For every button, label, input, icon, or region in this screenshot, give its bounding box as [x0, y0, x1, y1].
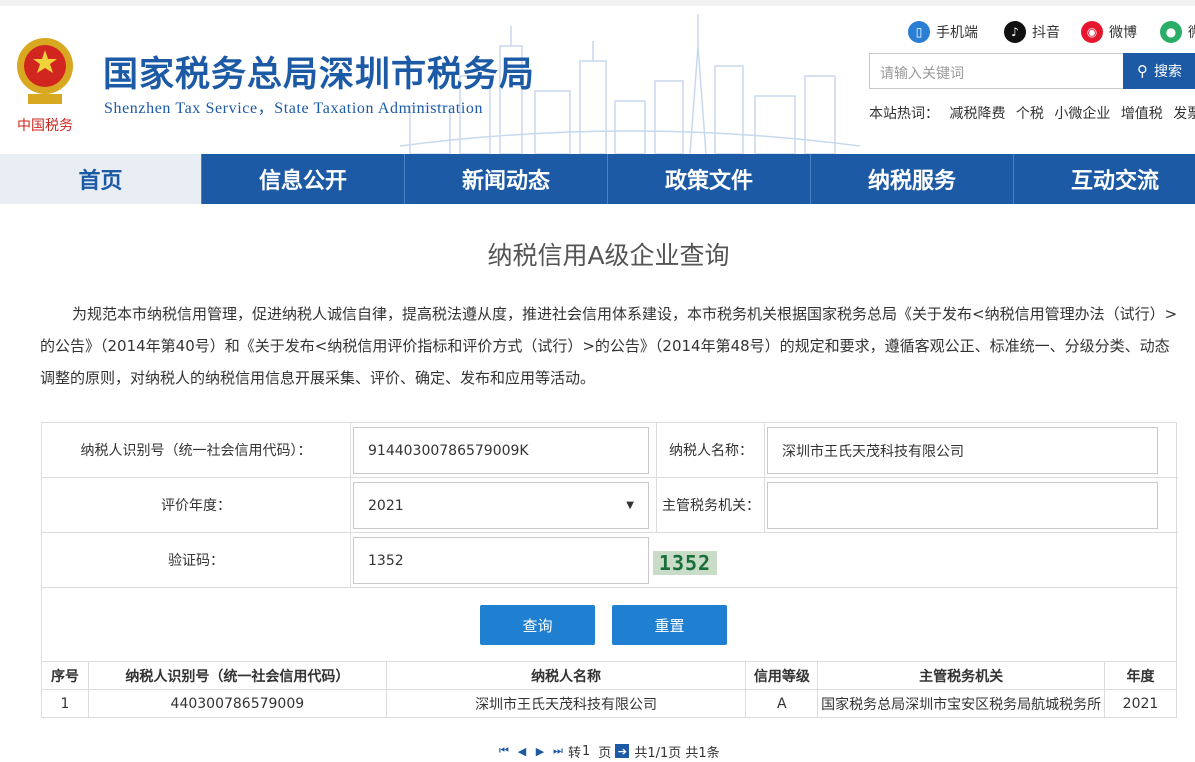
- column-header: 纳税人识别号（统一社会信用代码）: [87, 661, 387, 690]
- main-nav: 首页 信息公开 新闻动态 政策文件 纳税服务 互动交流: [0, 154, 1195, 204]
- search-icon: ⚲: [1137, 62, 1148, 80]
- column-header: 主管税务机关: [817, 661, 1105, 690]
- prev-page-icon[interactable]: ◀: [514, 743, 530, 759]
- authority-input[interactable]: [767, 482, 1158, 529]
- hot-word[interactable]: 小微企业: [1054, 106, 1110, 122]
- reset-button[interactable]: 重置: [612, 605, 727, 645]
- authority-label: 主管税务机关：: [662, 498, 760, 514]
- taxpayer-id-input[interactable]: 91440300786579009K: [353, 427, 649, 474]
- mobile-label: 手机端: [936, 25, 978, 41]
- search-button-label: 搜索: [1154, 64, 1182, 80]
- douyin-label: 抖音: [1032, 25, 1060, 41]
- column-header: 信用等级: [745, 661, 819, 690]
- page-unit: 页: [598, 745, 612, 761]
- hot-word[interactable]: 增值税: [1121, 106, 1163, 122]
- weibo-label: 微博: [1109, 25, 1137, 41]
- search-button[interactable]: ⚲ 搜索: [1123, 53, 1195, 89]
- weibo-link[interactable]: ◉ 微博: [1081, 20, 1137, 44]
- wechat-label: 微: [1188, 22, 1195, 42]
- last-page-icon[interactable]: ⏭: [550, 743, 566, 759]
- taxpayer-name-label: 纳税人名称：: [669, 443, 753, 459]
- divider: [764, 423, 765, 477]
- emblem-text: 中国税务: [17, 118, 73, 134]
- mobile-icon: ▯: [908, 21, 930, 43]
- form-row: 验证码： 1352: [42, 533, 1178, 588]
- column-header: 序号: [41, 661, 89, 690]
- taxpayer-name-input[interactable]: 深圳市王氏天茂科技有限公司: [767, 427, 1158, 474]
- nav-item-home[interactable]: 首页: [0, 154, 202, 204]
- search-input[interactable]: 请输入关键词: [869, 53, 1124, 89]
- table-cell: 2021: [1103, 689, 1178, 718]
- divider: [764, 478, 765, 532]
- year-select[interactable]: 2021 ▼: [353, 482, 649, 529]
- mobile-link[interactable]: ▯ 手机端: [908, 20, 978, 44]
- column-header: 纳税人名称: [385, 661, 747, 690]
- captcha-input[interactable]: 1352: [353, 537, 649, 584]
- chevron-down-icon: ▼: [626, 500, 634, 511]
- nav-item-service[interactable]: 纳税服务: [811, 154, 1014, 204]
- year-label: 评价年度：: [161, 498, 231, 514]
- form-row: 评价年度： 2021 ▼ 主管税务机关：: [42, 478, 1178, 533]
- captcha-label: 验证码：: [168, 553, 224, 569]
- douyin-link[interactable]: ♪ 抖音: [1004, 20, 1060, 44]
- nav-item-policy[interactable]: 政策文件: [608, 154, 811, 204]
- table-header-row: 序号 纳税人识别号（统一社会信用代码） 纳税人名称 信用等级 主管税务机关 年度: [41, 661, 1178, 690]
- query-button[interactable]: 查询: [480, 605, 595, 645]
- form-row: 纳税人识别号（统一社会信用代码）： 91440300786579009K 纳税人…: [42, 423, 1178, 478]
- divider: [350, 533, 351, 587]
- table-cell: 1: [41, 689, 89, 718]
- nav-item-interaction[interactable]: 互动交流: [1014, 154, 1195, 204]
- table-cell: 深圳市王氏天茂科技有限公司: [385, 689, 747, 718]
- site-title: 国家税务总局深圳市税务局: [103, 55, 536, 95]
- nav-item-news[interactable]: 新闻动态: [405, 154, 608, 204]
- query-form: 纳税人识别号（统一社会信用代码）： 91440300786579009K 纳税人…: [41, 422, 1178, 662]
- hot-word[interactable]: 减税降费: [949, 106, 1005, 122]
- nav-item-info[interactable]: 信息公开: [202, 154, 405, 204]
- captcha-image[interactable]: 1352: [653, 551, 717, 575]
- divider: [350, 478, 351, 532]
- column-header: 年度: [1103, 661, 1178, 690]
- go-page-icon[interactable]: ➔: [615, 744, 630, 758]
- goto-label: 转: [568, 745, 582, 761]
- douyin-icon: ♪: [1004, 21, 1026, 43]
- pagination: ⏮ ◀ ▶ ⏭ 转 1 页 ➔ 共1/1页 共1条: [496, 741, 720, 761]
- hot-word[interactable]: 发票: [1173, 106, 1195, 122]
- next-page-icon[interactable]: ▶: [532, 743, 548, 759]
- page-title: 纳税信用A级企业查询: [487, 241, 730, 270]
- intro-paragraph: 为规范本市纳税信用管理，促进纳税人诚信自律，提高税法遵从度，推进社会信用体系建设…: [40, 305, 1178, 387]
- site-subtitle: Shenzhen Tax Service，State Taxation Admi…: [104, 100, 484, 117]
- page-input[interactable]: 1: [582, 744, 590, 759]
- divider: [350, 423, 351, 477]
- first-page-icon[interactable]: ⏮: [496, 743, 512, 759]
- table-cell: 440300786579009: [87, 689, 387, 718]
- tax-emblem-logo: 中国税务: [17, 38, 73, 134]
- results-table: 序号 纳税人识别号（统一社会信用代码） 纳税人名称 信用等级 主管税务机关 年度…: [41, 661, 1178, 718]
- table-cell: A: [745, 689, 819, 718]
- pagination-summary: 共1/1页 共1条: [634, 745, 720, 761]
- table-row: 1 440300786579009 深圳市王氏天茂科技有限公司 A 国家税务总局…: [41, 689, 1178, 718]
- weibo-icon: ◉: [1081, 21, 1103, 43]
- wechat-link[interactable]: ● 微: [1160, 20, 1195, 44]
- hot-words-label: 本站热词：: [869, 106, 939, 122]
- site-header: 中国税务 国家税务总局深圳市税务局 Shenzhen Tax Service，S…: [0, 6, 1195, 154]
- hot-word[interactable]: 个税: [1016, 106, 1044, 122]
- table-cell: 国家税务总局深圳市宝安区税务局航城税务所: [817, 689, 1105, 718]
- year-select-value: 2021: [368, 497, 404, 514]
- taxpayer-id-label: 纳税人识别号（统一社会信用代码）：: [80, 443, 312, 459]
- wechat-icon: ●: [1160, 21, 1182, 43]
- hot-words: 本站热词： 减税降费 个税 小微企业 增值税 发票: [869, 103, 1195, 123]
